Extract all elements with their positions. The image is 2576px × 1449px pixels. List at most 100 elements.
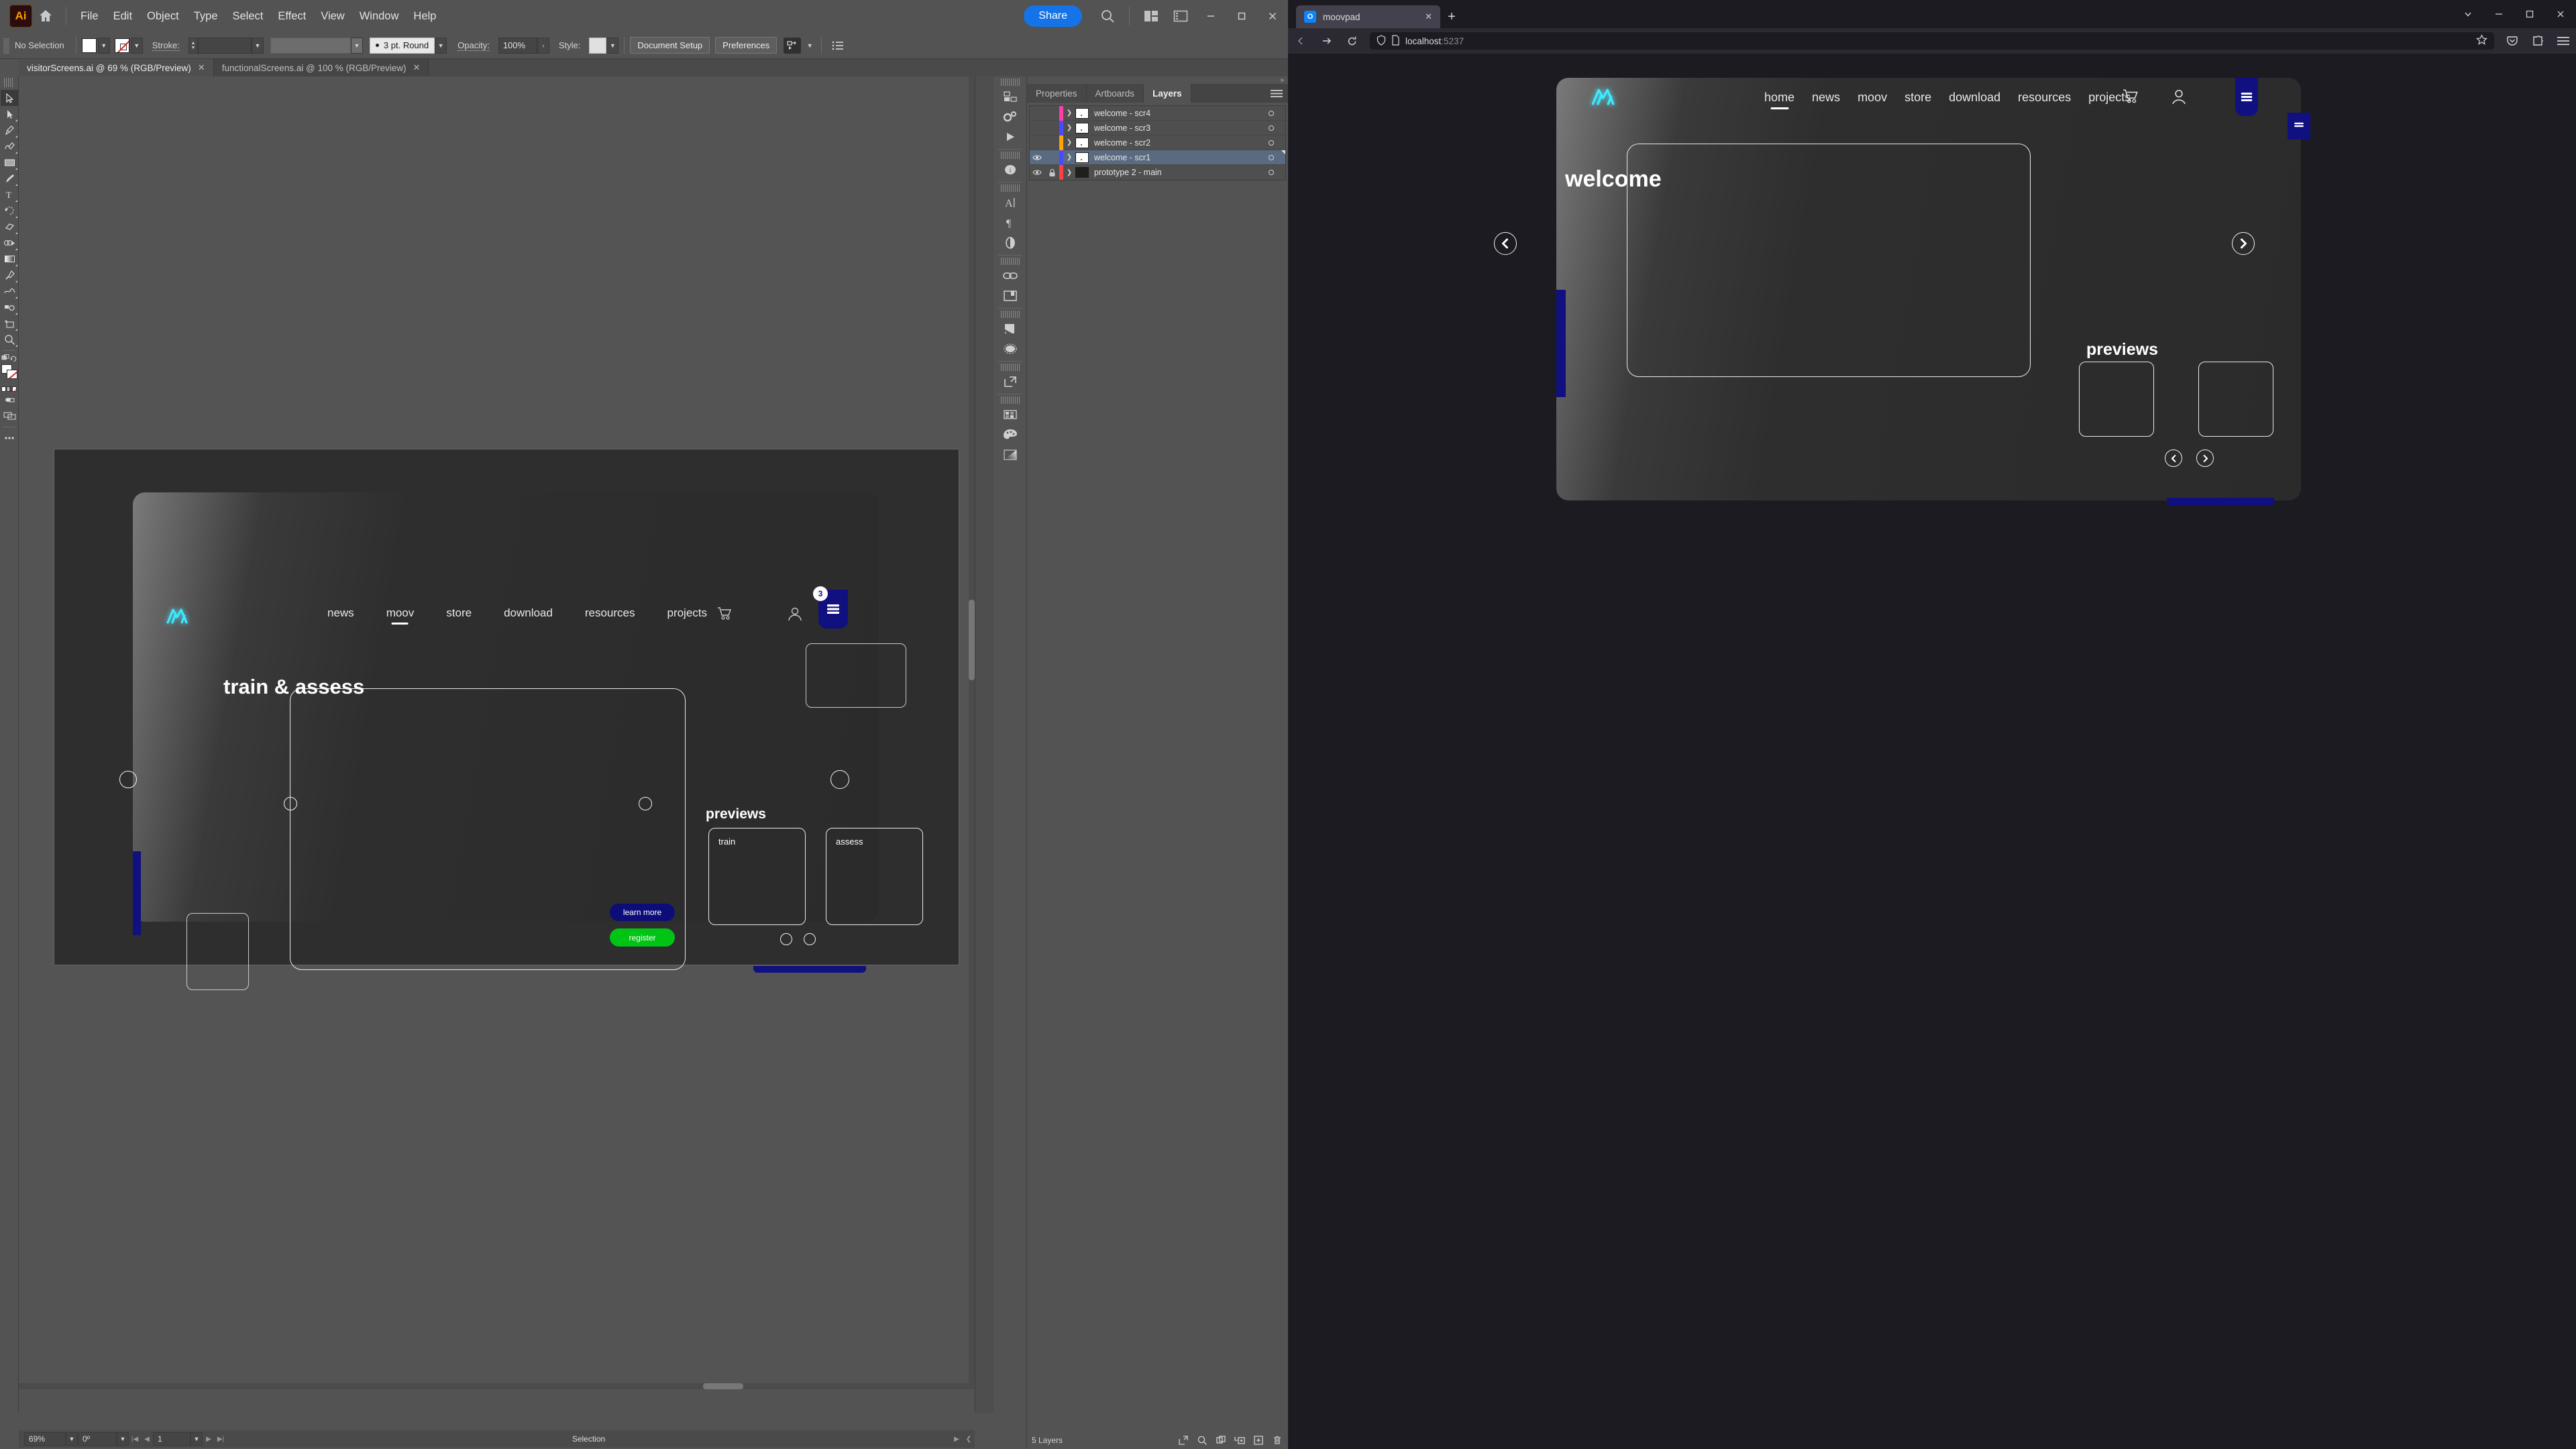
bookmark-star-icon[interactable] (2476, 34, 2487, 48)
rectangle-tool[interactable] (1, 154, 18, 170)
stroke-weight-field[interactable] (197, 37, 252, 54)
arrange-documents-icon[interactable] (1136, 0, 1166, 32)
page-account-icon[interactable] (2170, 89, 2188, 107)
blend-tool[interactable] (1, 283, 18, 299)
properties-gear-icon[interactable] (994, 107, 1026, 127)
page-carousel-prev-button[interactable] (2165, 449, 2182, 467)
layer-name[interactable]: welcome - scr2 (1094, 138, 1257, 148)
drawing-modes-icon[interactable] (1, 392, 18, 408)
artwork-hero-card[interactable] (290, 688, 686, 970)
page-nav-news[interactable]: news (1812, 91, 1840, 105)
fill-swatch[interactable] (81, 38, 97, 53)
menu-help[interactable]: Help (406, 7, 443, 26)
document-tab-visitorscreens[interactable]: visitorScreens.ai @ 69 % (RGB/Preview) ✕ (19, 59, 214, 76)
stroke-weight-chevron-icon[interactable]: ▼ (251, 37, 264, 54)
target-indicator[interactable] (1257, 140, 1285, 146)
appearance-icon[interactable] (994, 339, 1026, 359)
document-setup-button[interactable]: Document Setup (630, 37, 710, 54)
layer-name[interactable]: welcome - scr3 (1094, 123, 1257, 133)
graphic-style-chevron-icon[interactable]: ▼ (606, 37, 619, 54)
status-collapse-icon[interactable]: ❮ (963, 1432, 975, 1446)
tab-properties[interactable]: Properties (1027, 84, 1087, 103)
eyedropper-tool[interactable] (1, 267, 18, 283)
target-indicator[interactable] (1257, 110, 1285, 116)
forward-arrow-icon[interactable] (1313, 28, 1339, 54)
preferences-button[interactable]: Preferences (715, 37, 777, 54)
locate-object-icon[interactable] (1193, 1432, 1212, 1449)
url-bar[interactable]: localhost:5237 (1370, 32, 2494, 50)
shield-icon[interactable] (1377, 34, 1386, 48)
prev-artboard-icon[interactable]: ◀ (141, 1432, 153, 1446)
artwork-handle-inner-left[interactable] (284, 797, 297, 810)
variable-width-chevron-icon[interactable]: ▼ (350, 37, 363, 54)
layer-row[interactable]: ❯ welcome - scr4 (1030, 105, 1285, 121)
panel-group-grip[interactable] (1000, 152, 1020, 159)
paintbrush-tool[interactable] (1, 170, 18, 186)
page-cart-icon[interactable] (2122, 89, 2139, 107)
page-carousel-next-button[interactable] (2196, 449, 2214, 467)
minimize-button[interactable] (2483, 0, 2514, 28)
rotation-chevron-icon[interactable]: ▼ (117, 1432, 129, 1446)
color-mode-icon[interactable] (1, 386, 6, 392)
panel-group-grip-5[interactable] (1000, 364, 1020, 371)
shape-builder-tool[interactable] (1, 235, 18, 251)
edit-toolbar-icon[interactable] (1, 430, 18, 446)
artwork-ghost-card-top[interactable] (806, 643, 906, 708)
close-icon[interactable]: ✕ (413, 62, 421, 73)
control-bar-grip[interactable] (3, 37, 9, 54)
target-indicator[interactable] (1257, 125, 1285, 131)
maximize-button[interactable] (1226, 0, 1257, 32)
asset-export-icon[interactable] (994, 286, 1026, 306)
page-prev-arrow-icon[interactable] (1494, 232, 1517, 255)
align-to-icon[interactable] (784, 37, 802, 54)
layer-name[interactable]: welcome - scr1 (1094, 153, 1257, 162)
dock-rail[interactable] (975, 76, 994, 1413)
layer-row[interactable]: ❯ prototype 2 - main (1030, 165, 1285, 180)
release-to-layers-icon[interactable] (1174, 1432, 1193, 1449)
url-text[interactable]: localhost:5237 (1405, 36, 1464, 46)
canvas-vertical-scrollbar[interactable] (969, 76, 975, 1383)
eraser-tool[interactable] (1, 219, 18, 235)
artwork-preview-card-train[interactable]: train (708, 828, 806, 925)
workspace-switcher-icon[interactable] (1166, 0, 1195, 32)
delete-layer-icon[interactable] (1268, 1432, 1287, 1449)
close-icon[interactable]: ✕ (1425, 11, 1432, 22)
menu-edit[interactable]: Edit (106, 7, 140, 26)
chevron-right-icon[interactable]: ❯ (1063, 139, 1075, 146)
artwork-learn-more-button[interactable]: learn more (610, 904, 675, 921)
artwork-nav-download[interactable]: download (504, 606, 553, 620)
browser-tab-moovpad[interactable]: O moovpad ✕ (1296, 5, 1440, 28)
artboard-canvas[interactable]: news moov store download resources proje… (19, 76, 975, 1383)
make-sublayer-icon[interactable] (1230, 1432, 1249, 1449)
swatches-icon[interactable] (994, 405, 1026, 425)
more-options-list-icon[interactable] (827, 36, 849, 56)
pocket-icon[interactable] (2500, 28, 2525, 54)
artwork-cart-icon[interactable] (716, 606, 733, 623)
back-arrow-icon[interactable] (1288, 28, 1313, 54)
close-button[interactable] (1257, 0, 1288, 32)
page-moov-logo-icon[interactable] (1590, 86, 1622, 109)
close-icon[interactable]: ✕ (198, 62, 205, 73)
character-icon[interactable]: A (994, 193, 1026, 213)
transparency-icon[interactable] (994, 233, 1026, 253)
type-tool[interactable]: T (1, 186, 18, 203)
menu-object[interactable]: Object (140, 7, 186, 26)
new-layer-icon[interactable] (1249, 1432, 1268, 1449)
chevron-right-icon[interactable]: ❯ (1063, 109, 1075, 117)
status-menu-icon[interactable]: ▶ (951, 1432, 963, 1446)
search-icon[interactable] (1093, 0, 1122, 32)
artwork-nav-moov[interactable]: moov (386, 606, 415, 620)
symbol-sprayer-tool[interactable] (1, 299, 18, 315)
artboards-icon[interactable] (994, 372, 1026, 392)
opacity-field[interactable]: 100% (498, 37, 537, 54)
panel-menu-icon[interactable] (1265, 84, 1288, 103)
app-menu-icon[interactable] (2551, 28, 2576, 54)
browser-viewport[interactable]: home news moov store download resources … (1288, 54, 2576, 1449)
artwork-preview-card-assess[interactable]: assess (826, 828, 923, 925)
close-button[interactable] (2545, 0, 2576, 28)
list-all-tabs-chevron-icon[interactable] (2453, 0, 2483, 28)
gradient-mode-icon[interactable] (7, 386, 11, 392)
page-hamburger-menu-icon[interactable] (2235, 78, 2258, 116)
collect-in-new-layer-icon[interactable] (1212, 1432, 1230, 1449)
chevron-right-icon[interactable]: ❯ (1063, 169, 1075, 176)
